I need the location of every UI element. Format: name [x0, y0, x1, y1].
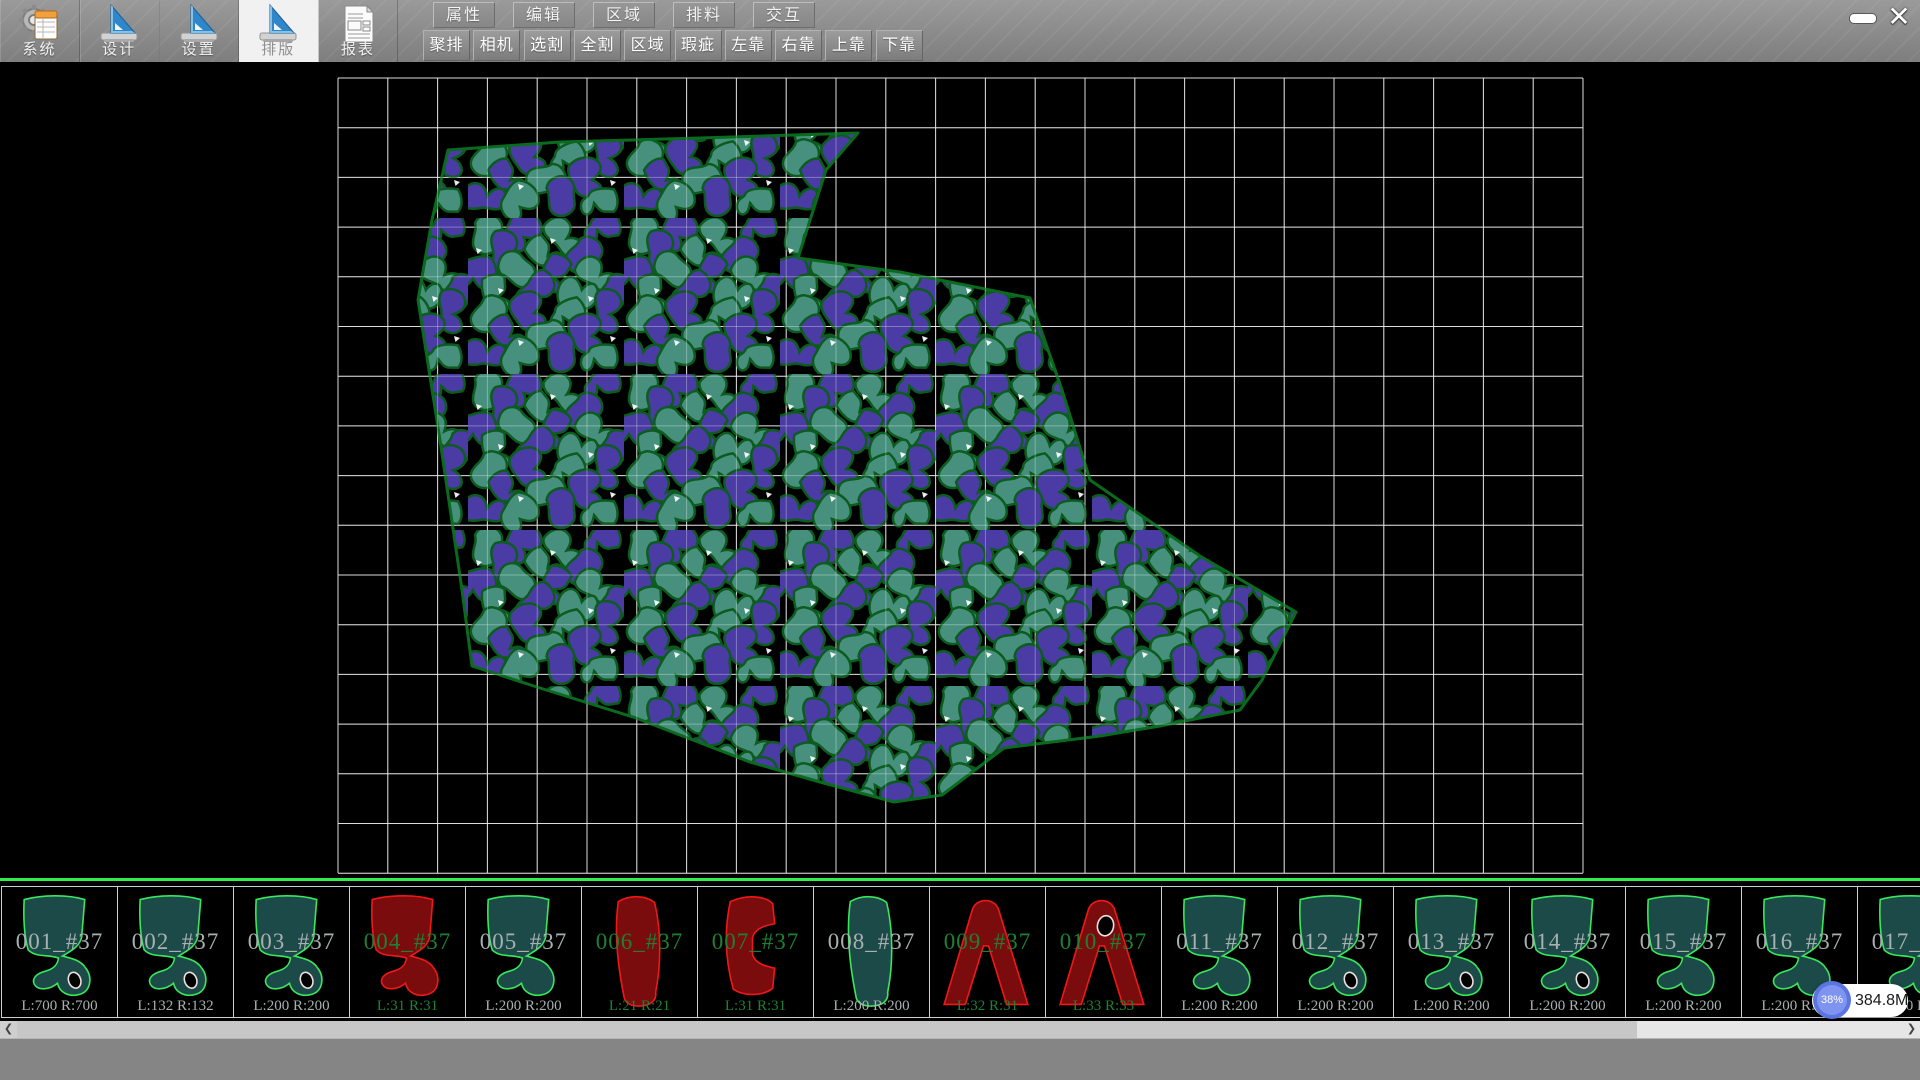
piece-id-label: 008_#37: [814, 929, 929, 955]
piece-lr-count: L:200 R:200: [234, 998, 349, 1015]
app-button-system[interactable]: 系统: [0, 0, 80, 62]
tool-button-2[interactable]: 相机: [473, 30, 520, 61]
thumbnail-cell-012[interactable]: 012_#37 L:200 R:200: [1277, 886, 1394, 1018]
piece-id-label: 017_#37: [1858, 929, 1920, 955]
thumbnail-cell-011[interactable]: 011_#37 L:200 R:200: [1161, 886, 1278, 1018]
thumbnail-cell-006[interactable]: 006_#37 L:21 R:21: [581, 886, 698, 1018]
menu-tab-1[interactable]: 属性: [433, 2, 495, 28]
application-window: 系统设计设置排版报表 属性编辑区域排料交互 聚排相机选割全割区域瑕疵左靠右靠上靠…: [0, 0, 1920, 1080]
menu-tab-3[interactable]: 区域: [593, 2, 655, 28]
thumbnail-cell-010[interactable]: 010_#37 L:33 R:33: [1045, 886, 1162, 1018]
piece-id-label: 006_#37: [582, 929, 697, 955]
minimize-icon: [1850, 14, 1876, 23]
piece-id-label: 001_#37: [2, 929, 117, 955]
tool-button-10[interactable]: 下靠: [876, 30, 923, 61]
progress-circle: 38%: [1813, 981, 1851, 1019]
strip-top-border: [0, 878, 1920, 881]
piece-lr-count: L:200 R:200: [1162, 998, 1277, 1015]
piece-id-label: 010_#37: [1046, 929, 1161, 955]
tool-button-8[interactable]: 右靠: [775, 30, 822, 61]
tool-button-3[interactable]: 选割: [524, 30, 571, 61]
piece-lr-count: L:200 R:200: [1394, 998, 1509, 1015]
thumbnail-cell-001[interactable]: 001_#37 L:700 R:700: [1, 886, 118, 1018]
piece-lr-count: L:31 R:31: [698, 998, 813, 1015]
piece-lr-count: L:31 R:31: [350, 998, 465, 1015]
piece-lr-count: L:700 R:700: [2, 998, 117, 1015]
piece-lr-count: L:200 R:200: [1510, 998, 1625, 1015]
piece-id-label: 009_#37: [930, 929, 1045, 955]
app-button-label: 排版: [239, 38, 318, 59]
progress-percent: 38%: [1817, 985, 1847, 1015]
piece-lr-count: L:200 R:200: [1626, 998, 1741, 1015]
app-button-settings[interactable]: 设置: [159, 0, 239, 62]
thumbnail-cell-003[interactable]: 003_#37 L:200 R:200: [233, 886, 350, 1018]
piece-id-label: 005_#37: [466, 929, 581, 955]
thumbnail-cell-004[interactable]: 004_#37 L:31 R:31: [349, 886, 466, 1018]
scroll-left-arrow[interactable]: ❮: [0, 1021, 17, 1038]
piece-lr-count: L:200 R:200: [814, 998, 929, 1015]
tool-button-7[interactable]: 左靠: [725, 30, 772, 61]
piece-lr-count: L:32 R:31: [930, 998, 1045, 1015]
thumbnail-cell-007[interactable]: 007_#37 L:31 R:31: [697, 886, 814, 1018]
horizontal-scrollbar[interactable]: ❮ ❯: [0, 1021, 1920, 1038]
thumbnail-cell-002[interactable]: 002_#37 L:132 R:132: [117, 886, 234, 1018]
pieces-thumbnail-strip: 001_#37L:700 R:700002_#37L:132 R:132003_…: [0, 878, 1920, 1021]
app-button-report[interactable]: 报表: [318, 0, 398, 62]
app-button-label: 报表: [318, 38, 397, 59]
app-button-nesting[interactable]: 排版: [239, 0, 319, 62]
piece-lr-count: L:33 R:33: [1046, 998, 1161, 1015]
piece-id-label: 011_#37: [1162, 929, 1277, 955]
thumbnail-cells: 001_#37L:700 R:700002_#37L:132 R:132003_…: [1, 886, 1920, 1018]
piece-id-label: 004_#37: [350, 929, 465, 955]
thumbnail-cell-015[interactable]: 015_#37 L:200 R:200: [1625, 886, 1742, 1018]
status-badge[interactable]: 38% 384.8M: [1812, 984, 1908, 1017]
menu-tab-2[interactable]: 编辑: [513, 2, 575, 28]
scroll-right-arrow[interactable]: ❯: [1903, 1021, 1920, 1038]
menu-tab-5[interactable]: 交互: [753, 2, 815, 28]
minimize-button[interactable]: [1848, 2, 1878, 32]
piece-lr-count: L:132 R:132: [118, 998, 233, 1015]
thumbnail-cell-008[interactable]: 008_#37 L:200 R:200: [813, 886, 930, 1018]
piece-lr-count: L:21 R:21: [582, 998, 697, 1015]
thumbnail-cell-005[interactable]: 005_#37 L:200 R:200: [465, 886, 582, 1018]
thumbnail-cell-014[interactable]: 014_#37 L:200 R:200: [1509, 886, 1626, 1018]
piece-id-label: 016_#37: [1742, 929, 1857, 955]
menu-tab-4[interactable]: 排料: [673, 2, 735, 28]
app-button-design[interactable]: 设计: [80, 0, 160, 62]
scrollbar-thumb[interactable]: [17, 1021, 1637, 1038]
thumbnail-cell-009[interactable]: 009_#37 L:32 R:31: [929, 886, 1046, 1018]
nesting-canvas[interactable]: [0, 62, 1920, 878]
memory-value: 384.8M: [1855, 984, 1908, 1017]
piece-id-label: 014_#37: [1510, 929, 1625, 955]
ribbon-titlebar: 系统设计设置排版报表 属性编辑区域排料交互 聚排相机选割全割区域瑕疵左靠右靠上靠…: [0, 0, 1920, 63]
piece-lr-count: L:200 R:200: [466, 998, 581, 1015]
bottom-window-area: [0, 1038, 1920, 1080]
tool-button-4[interactable]: 全割: [574, 30, 621, 61]
close-button[interactable]: ✕: [1882, 2, 1916, 32]
piece-lr-count: L:200 R:200: [1278, 998, 1393, 1015]
leather-hide-nest[interactable]: [418, 133, 1296, 802]
app-button-label: 设置: [159, 38, 238, 59]
tool-button-9[interactable]: 上靠: [825, 30, 872, 61]
app-button-label: 设计: [80, 38, 159, 59]
piece-id-label: 002_#37: [118, 929, 233, 955]
tool-button-6[interactable]: 瑕疵: [675, 30, 722, 61]
canvas-svg: [0, 62, 1920, 878]
tool-button-5[interactable]: 区域: [624, 30, 671, 61]
app-button-label: 系统: [0, 38, 79, 59]
tool-button-1[interactable]: 聚排: [423, 30, 470, 61]
piece-id-label: 007_#37: [698, 929, 813, 955]
piece-id-label: 013_#37: [1394, 929, 1509, 955]
piece-id-label: 003_#37: [234, 929, 349, 955]
piece-id-label: 012_#37: [1278, 929, 1393, 955]
thumbnail-cell-013[interactable]: 013_#37 L:200 R:200: [1393, 886, 1510, 1018]
piece-id-label: 015_#37: [1626, 929, 1741, 955]
